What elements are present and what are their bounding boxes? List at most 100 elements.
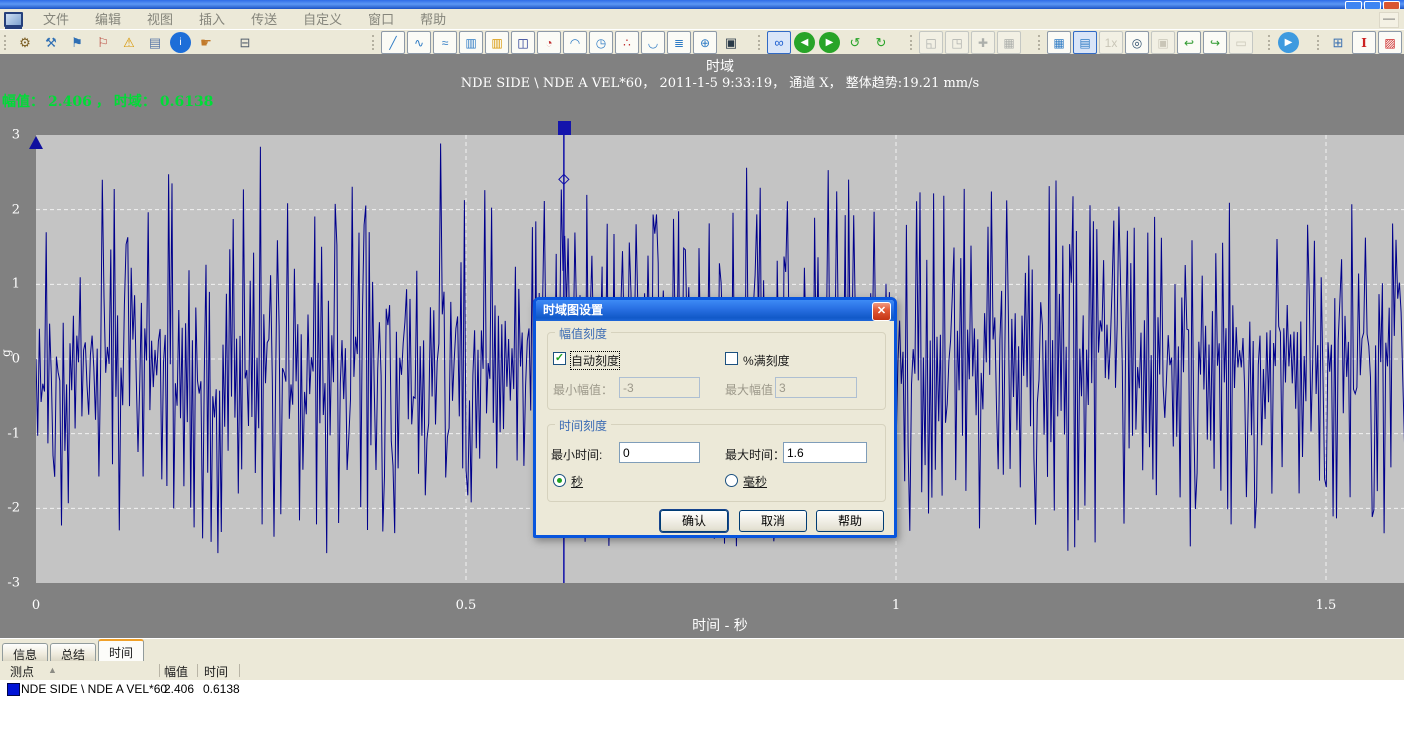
import-overlay-icon[interactable]: ↩ [1177, 31, 1201, 54]
sort-ascending-icon[interactable]: ▲ [48, 665, 57, 675]
max-time-input[interactable] [783, 442, 867, 463]
prev-record-icon[interactable]: ◀ [794, 32, 815, 53]
menu-item-transfer[interactable]: 传送 [238, 10, 290, 29]
export-overlay-icon[interactable]: ↪ [1203, 31, 1227, 54]
waveform-plot-icon[interactable]: ∿ [407, 31, 431, 54]
polar-plot-icon[interactable]: ◷ [589, 31, 613, 54]
monitor-icon[interactable]: ▣ [719, 31, 743, 54]
chart-subtitle: NDE SIDE \ NDE A VEL*60， 2011-1-5 9:33:1… [36, 72, 1404, 91]
x-axis-title: 时间 - 秒 [36, 615, 1404, 635]
scale-1x-icon[interactable]: 1x [1099, 31, 1123, 54]
column-separator [239, 664, 240, 677]
auto-scale-checkbox[interactable]: ✓ [553, 352, 566, 365]
cascade-plot-icon[interactable]: ≣ [667, 31, 691, 54]
expand-plot-icon[interactable]: ◱ [919, 31, 943, 54]
y-tick-label: -1 [2, 426, 20, 441]
next-record-icon[interactable]: ▶ [819, 32, 840, 53]
scatter-plot-icon[interactable]: ∴ [615, 31, 639, 54]
menu-item-view[interactable]: 视图 [134, 10, 186, 29]
envelope-lower-icon[interactable]: ◡ [641, 31, 665, 54]
tab-time[interactable]: 时间 [98, 639, 144, 661]
single-pane-icon[interactable]: ▤ [1073, 31, 1097, 54]
column-header-1[interactable]: 幅值 [164, 663, 188, 680]
dual-waveform-icon[interactable]: ◫ [511, 31, 535, 54]
machine-icon[interactable]: ⚙ [13, 31, 37, 54]
toolbar-grip [758, 35, 762, 50]
play-icon[interactable]: ▶ [1278, 32, 1299, 53]
cursor-grid-icon[interactable]: ▦ [1047, 31, 1071, 54]
max-amplitude-input[interactable] [775, 377, 857, 398]
cursor-marker-icon[interactable]: I [1352, 31, 1376, 54]
cursor-handle[interactable] [558, 121, 571, 135]
grid-layout-icon[interactable]: ▦ [997, 31, 1021, 54]
percent-full-scale-label[interactable]: %满刻度 [743, 352, 790, 369]
zoom-window-icon[interactable]: ◎ [1125, 31, 1149, 54]
menu-item-help[interactable]: 帮助 [407, 10, 459, 29]
axis-max-marker-icon [29, 136, 43, 149]
mdi-minimize-icon[interactable]: — [1379, 12, 1399, 28]
time-back-icon[interactable]: ↺ [843, 31, 867, 54]
report-icon[interactable]: ▤ [143, 31, 167, 54]
percent-full-scale-checkbox[interactable] [725, 352, 738, 365]
table-body: NDE SIDE \ NDE A VEL*602.4060.6138 [0, 680, 1404, 740]
table-row[interactable]: NDE SIDE \ NDE A VEL*602.4060.6138 [0, 681, 1404, 697]
menu-item-insert[interactable]: 插入 [186, 10, 238, 29]
tab-info[interactable]: 信息 [2, 643, 48, 661]
hand-pick-icon[interactable]: ☛ [194, 31, 218, 54]
milliseconds-radio-label[interactable]: 毫秒 [743, 473, 767, 490]
window-titlebar [0, 0, 1404, 9]
x-tick-label: 0 [32, 598, 40, 613]
help-button[interactable]: 帮助 [816, 510, 884, 532]
y-axis-unit: g [0, 349, 13, 357]
cancel-button[interactable]: 取消 [739, 510, 807, 532]
snapshot-icon[interactable]: ▭ [1229, 31, 1253, 54]
readout-time-value: 0.6138 [160, 94, 214, 110]
envelope-upper-icon[interactable]: ◠ [563, 31, 587, 54]
menu-item-window[interactable]: 窗口 [355, 10, 407, 29]
y-tick-label: 1 [2, 277, 20, 292]
menu-item-file[interactable]: 文件 [30, 10, 82, 29]
ok-button[interactable]: 确认 [660, 510, 728, 532]
fit-plot-icon[interactable]: ✚ [971, 31, 995, 54]
print-icon[interactable]: ⊟ [233, 31, 257, 54]
cell-point: NDE SIDE \ NDE A VEL*60 [21, 682, 167, 696]
table-new-icon[interactable]: ⊞ [1326, 31, 1350, 54]
route-icon[interactable]: ⚑ [65, 31, 89, 54]
trend-plot-icon[interactable]: ╱ [381, 31, 405, 54]
auto-scale-label[interactable]: 自动刻度 [571, 352, 619, 369]
amplitude-scale-group-label: 幅值刻度 [555, 325, 611, 342]
spectrum-amp-plot-icon[interactable]: ▥ [485, 31, 509, 54]
dialog-close-icon[interactable]: ✕ [872, 302, 891, 321]
toolbar-grip [1317, 35, 1321, 50]
copy-plot-icon[interactable]: ▣ [1151, 31, 1175, 54]
menu-item-edit[interactable]: 编辑 [82, 10, 134, 29]
column-header-2[interactable]: 时间 [204, 663, 228, 680]
route-edit-icon[interactable]: ⚐ [91, 31, 115, 54]
machine-config-icon[interactable]: ⚒ [39, 31, 63, 54]
cell-time: 0.6138 [203, 682, 240, 696]
min-amplitude-input[interactable] [619, 377, 700, 398]
seconds-radio[interactable] [553, 474, 566, 487]
time-forward-icon[interactable]: ↻ [869, 31, 893, 54]
seconds-radio-label[interactable]: 秒 [571, 473, 583, 490]
link-icon[interactable]: ∞ [767, 31, 791, 54]
menu-item-customize[interactable]: 自定义 [290, 10, 355, 29]
center-plot-icon[interactable]: ◳ [945, 31, 969, 54]
gauge-icon[interactable]: ◔ [537, 31, 561, 54]
column-separator [197, 664, 198, 677]
table-header: 测点 幅值时间 ▲ [0, 662, 1404, 679]
info-icon[interactable]: i [170, 32, 191, 53]
time-scale-group-label: 时间刻度 [555, 417, 611, 434]
readout-time-label: 时域： [114, 94, 156, 110]
column-header-0[interactable]: 测点 [10, 663, 34, 680]
band-marker-icon[interactable]: ▨ [1378, 31, 1402, 54]
tab-summary[interactable]: 总结 [50, 643, 96, 661]
orbit-plot-icon[interactable]: ⊕ [693, 31, 717, 54]
alarm-icon[interactable]: ⚠ [117, 31, 141, 54]
dialog-title[interactable]: 时域图设置 [536, 300, 894, 321]
spectrum-plot-icon[interactable]: ▥ [459, 31, 483, 54]
sine-plot-icon[interactable]: ≈ [433, 31, 457, 54]
amplitude-scale-group [547, 332, 886, 410]
milliseconds-radio[interactable] [725, 474, 738, 487]
min-time-input[interactable] [619, 442, 700, 463]
